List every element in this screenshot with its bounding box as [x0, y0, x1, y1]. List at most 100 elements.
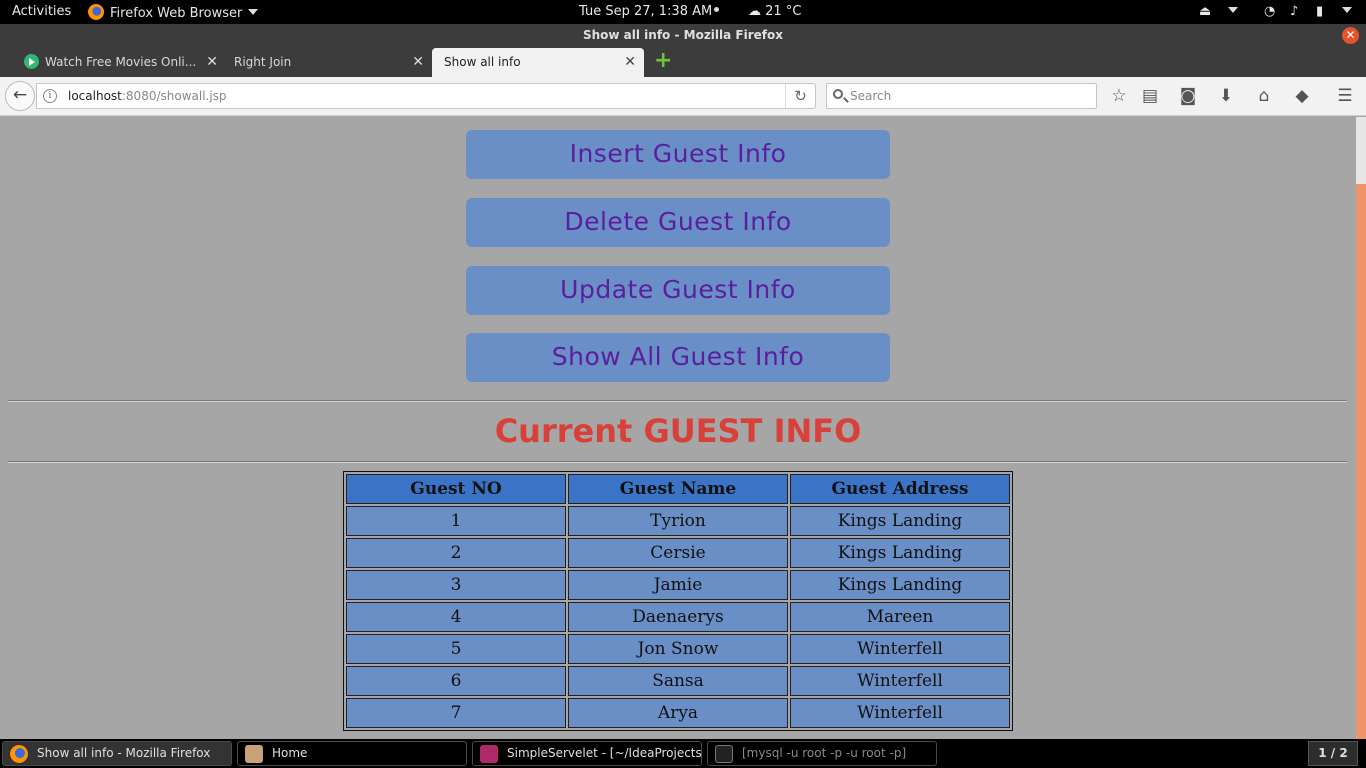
guest-no-cell: 3	[346, 570, 566, 600]
diamond-addon-icon[interactable]: ◆	[1291, 85, 1313, 107]
activities-button[interactable]: Activities	[12, 4, 71, 19]
search-input[interactable]: Search	[826, 83, 1097, 109]
system-menu-icon[interactable]	[1336, 4, 1352, 19]
guest-address-cell: Mareen	[790, 602, 1010, 632]
guest-table: Guest NO Guest Name Guest Address 1 Tyrio…	[343, 471, 1013, 731]
back-arrow-icon[interactable]: ←	[5, 81, 35, 111]
guest-no-cell: 7	[346, 698, 566, 728]
bookmarks-list-icon[interactable]: ▤	[1139, 85, 1161, 107]
table-header-row: Guest NO Guest Name Guest Address	[346, 474, 1010, 504]
taskbar-item-label: [mysql -u root -p -u root -p]	[742, 746, 907, 760]
home-icon[interactable]: ⌂	[1253, 85, 1275, 107]
window-titlebar: Show all info - Mozilla Firefox ✕	[0, 24, 1366, 46]
table-row: 6 Sansa Winterfell	[346, 666, 1010, 696]
new-tab-plus-icon[interactable]: +	[654, 50, 672, 72]
guest-name-cell: Tyrion	[568, 506, 788, 536]
clock[interactable]: Tue Sep 27, 1:38 AM	[579, 4, 720, 19]
page-content: Insert Guest Info Delete Guest Info Upda…	[0, 117, 1356, 739]
taskbar-item-intellij[interactable]: SimpleServelet - [~/IdeaProjects/...	[472, 741, 702, 766]
guest-name-cell: Jon Snow	[568, 634, 788, 664]
guest-address-cell: Kings Landing	[790, 570, 1010, 600]
guest-name-cell: Daenaerys	[568, 602, 788, 632]
guest-name-cell: Arya	[568, 698, 788, 728]
hamburger-menu-icon[interactable]: ☰	[1334, 85, 1356, 107]
close-tab-icon[interactable]: ✕	[412, 48, 424, 76]
firefox-icon	[10, 745, 28, 763]
window-title: Show all info - Mozilla Firefox	[582, 28, 783, 42]
taskbar-item-firefox[interactable]: Show all info - Mozilla Firefox	[2, 741, 232, 766]
window-list-taskbar: Show all info - Mozilla Firefox Home Sim…	[0, 739, 1366, 768]
taskbar-item-label: SimpleServelet - [~/IdeaProjects/...	[507, 746, 702, 760]
chevron-down-icon[interactable]	[1222, 4, 1238, 19]
tab-watch-free-movies[interactable]: Watch Free Movies Onli... ✕	[12, 48, 226, 77]
guest-address-cell: Winterfell	[790, 666, 1010, 696]
app-menu[interactable]: Firefox Web Browser	[88, 4, 259, 21]
tab-right-join[interactable]: Right Join ✕	[222, 48, 432, 77]
battery-icon[interactable]: ▮	[1316, 4, 1323, 19]
firefox-icon	[88, 4, 104, 20]
guest-address-cell: Winterfell	[790, 634, 1010, 664]
cloud-icon: ☁	[748, 4, 761, 19]
app-menu-label: Firefox Web Browser	[110, 6, 243, 21]
notification-dot-icon	[714, 7, 720, 12]
column-header: Guest Name	[568, 474, 788, 504]
site-info-icon[interactable]: i	[43, 89, 57, 103]
bookmark-star-icon[interactable]: ☆	[1108, 85, 1130, 107]
update-guest-info-button[interactable]: Update Guest Info	[466, 266, 890, 315]
tab-show-all-info[interactable]: Show all info ✕	[432, 48, 644, 77]
column-header: Guest Address	[790, 474, 1010, 504]
eject-icon[interactable]: ⏏	[1199, 4, 1211, 19]
show-all-guest-info-button[interactable]: Show All Guest Info	[466, 333, 890, 382]
table-row: 1 Tyrion Kings Landing	[346, 506, 1010, 536]
page-scrollbar[interactable]	[1356, 117, 1366, 739]
horizontal-rule	[8, 461, 1347, 463]
table-row: 2 Cersie Kings Landing	[346, 538, 1010, 568]
volume-icon[interactable]: ♪	[1290, 4, 1298, 19]
reload-icon[interactable]: ↻	[785, 84, 815, 108]
table-row: 5 Jon Snow Winterfell	[346, 634, 1010, 664]
horizontal-rule	[8, 400, 1347, 402]
navigation-toolbar: ← i localhost:8080/showall.jsp ↻ Search …	[0, 77, 1366, 116]
workspace-pager[interactable]: 1 / 2	[1308, 741, 1358, 766]
guest-no-cell: 1	[346, 506, 566, 536]
insert-guest-info-button[interactable]: Insert Guest Info	[466, 130, 890, 179]
scrollbar-thumb[interactable]	[1356, 184, 1366, 739]
table-row: 7 Arya Winterfell	[346, 698, 1010, 728]
url-bar[interactable]: i localhost:8080/showall.jsp ↻	[36, 83, 816, 109]
clock-label: Tue Sep 27, 1:38 AM	[579, 4, 713, 19]
terminal-icon	[715, 745, 733, 763]
guest-address-cell: Kings Landing	[790, 506, 1010, 536]
intellij-idea-icon	[480, 745, 498, 763]
close-tab-icon[interactable]: ✕	[206, 48, 218, 76]
guest-address-cell: Winterfell	[790, 698, 1010, 728]
delete-guest-info-button[interactable]: Delete Guest Info	[466, 198, 890, 247]
weather[interactable]: ☁ 21 °C	[748, 4, 801, 19]
tab-label: Show all info	[444, 55, 521, 69]
table-row: 4 Daenaerys Mareen	[346, 602, 1010, 632]
guest-no-cell: 6	[346, 666, 566, 696]
system-top-bar: Activities Firefox Web Browser Tue Sep 2…	[0, 0, 1366, 24]
guest-address-cell: Kings Landing	[790, 538, 1010, 568]
download-arrow-icon[interactable]: ⬇	[1215, 85, 1237, 107]
page-heading: Current GUEST INFO	[494, 412, 862, 450]
url-path: :8080/showall.jsp	[121, 89, 227, 103]
guest-name-cell: Sansa	[568, 666, 788, 696]
close-tab-icon[interactable]: ✕	[624, 48, 636, 76]
wifi-icon[interactable]: ◔	[1264, 4, 1275, 19]
guest-name-cell: Jamie	[568, 570, 788, 600]
pocket-icon[interactable]: ◙	[1177, 85, 1199, 107]
chevron-down-icon	[248, 9, 259, 15]
guest-no-cell: 4	[346, 602, 566, 632]
tab-strip: Watch Free Movies Onli... ✕ Right Join ✕…	[0, 46, 1366, 77]
file-manager-icon	[245, 745, 263, 763]
taskbar-item-home[interactable]: Home	[237, 741, 467, 766]
close-window-icon[interactable]: ✕	[1342, 27, 1359, 44]
guest-no-cell: 5	[346, 634, 566, 664]
column-header: Guest NO	[346, 474, 566, 504]
taskbar-item-terminal[interactable]: [mysql -u root -p -u root -p]	[707, 741, 937, 766]
play-icon	[24, 54, 39, 69]
search-icon	[833, 89, 843, 99]
table-row: 3 Jamie Kings Landing	[346, 570, 1010, 600]
tab-label: Right Join	[234, 55, 292, 69]
weather-label: 21 °C	[765, 4, 802, 19]
